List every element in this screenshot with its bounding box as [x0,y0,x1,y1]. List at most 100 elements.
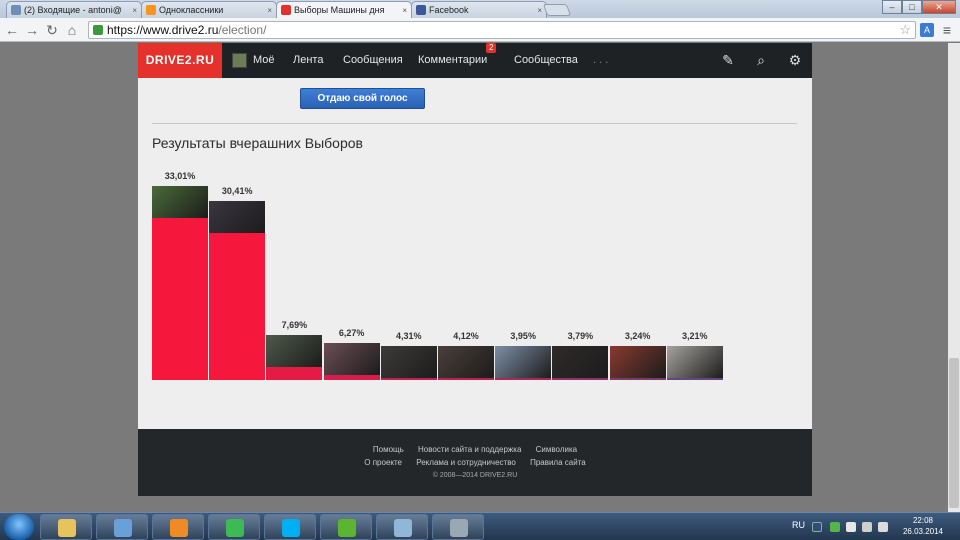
taskbar-chrome-button[interactable] [208,514,260,540]
car-photo-thumbnail[interactable] [266,334,323,367]
divider [152,123,797,124]
taskbar-calculator-button[interactable] [432,514,484,540]
bar-value-label: 3,21% [682,331,708,341]
bar-value-label: 4,31% [396,331,422,341]
chart-bar[interactable] [609,346,666,380]
address-bar[interactable]: https://www.drive2.ru /election/ ☆ [88,21,916,39]
user-avatar[interactable] [232,53,247,68]
car-photo-thumbnail[interactable] [438,346,494,378]
car-photo-thumbnail[interactable] [609,346,666,378]
car-photo-thumbnail[interactable] [552,346,609,378]
nav-messages[interactable]: Сообщения [343,43,403,78]
chart-bar[interactable] [552,346,609,380]
footer-link-help[interactable]: Помощь [373,445,404,454]
car-photo-thumbnail[interactable] [152,185,208,218]
comments-badge: 2 [486,43,497,53]
system-clock[interactable]: 22:08 26.03.2014 [900,515,946,537]
volume-icon[interactable] [878,522,888,532]
car-photo-thumbnail[interactable] [666,346,723,378]
bar-value-label: 3,79% [567,331,594,341]
settings-gear-icon[interactable]: ⚙ [787,52,803,68]
star-icon[interactable]: ☆ [899,22,911,38]
tray-arrow-icon[interactable] [812,522,822,532]
maximize-icon[interactable]: □ [902,0,922,14]
tray-app-icon[interactable] [830,522,840,532]
car-photo-thumbnail[interactable] [495,346,552,378]
browser-toolbar: ← → ↻ ⌂ https://www.drive2.ru /election/… [0,18,960,42]
nav-lenta[interactable]: Лента [293,43,323,78]
car-photo-thumbnail[interactable] [209,201,266,234]
footer-link-about[interactable]: О проекте [364,458,402,467]
nav-communities[interactable]: Сообщества [514,43,578,78]
tab-close-icon[interactable]: × [267,6,272,15]
chart-bar[interactable] [323,343,380,380]
chart-bar[interactable] [266,334,323,380]
footer-link-rules[interactable]: Правила сайта [530,458,586,467]
car-photo-thumbnail[interactable] [380,346,437,378]
bar-value-label: 33,01% [164,170,196,181]
home-icon[interactable]: ⌂ [64,22,80,38]
scrollbar-thumb[interactable] [949,358,959,508]
start-button[interactable] [4,514,34,540]
skype-icon [282,519,300,537]
site-logo[interactable]: DRIVE2.RU [138,43,222,78]
site-header: DRIVE2.RU Моё Лента Сообщения Комментари… [138,43,812,78]
footer-link-advertising[interactable]: Реклама и сотрудничество [416,458,516,467]
taskbar-explorer-button[interactable] [40,514,92,540]
nav-more[interactable]: . . . [593,43,608,78]
explorer-icon [58,519,76,537]
chart-bar[interactable] [666,346,723,380]
taskbar-computer-button[interactable] [96,514,148,540]
close-window-icon[interactable]: ✕ [922,0,956,14]
media-player-icon [170,519,188,537]
chart-bar[interactable] [438,346,494,380]
drive2-favicon-icon [281,5,291,15]
taskbar-utorrent-button[interactable] [320,514,372,540]
tab-close-icon[interactable]: × [132,6,137,15]
lock-icon [93,25,103,35]
bar-value-label: 7,69% [281,319,308,330]
tab-odnoklassniki[interactable]: Одноклассники × [141,1,277,18]
tab-title: Выборы Машины дня [294,5,385,15]
menu-icon[interactable]: ≡ [940,22,954,38]
results-bar-chart: 33,01% 30,41% 7,69% 6,27% 4,31% 4,12% 3,95% 3,7… [152,148,724,380]
clock-date: 26.03.2014 [902,527,944,536]
nav-comments[interactable]: Комментарии [418,43,487,78]
edit-pencil-icon[interactable]: ✎ [720,52,736,68]
tab-drive2-election[interactable]: Выборы Машины дня × [276,1,412,18]
search-icon[interactable]: ⌕ [753,52,769,68]
forward-arrow-icon[interactable]: → [24,22,40,38]
tab-mail[interactable]: (2) Входящие - antoni@ × [6,1,142,18]
chart-bar[interactable] [152,185,208,380]
copyright: © 2008—2014 DRIVE2.RU [432,472,518,479]
taskbar-media-player-button[interactable] [152,514,204,540]
translate-icon[interactable]: A [920,23,934,37]
bar-value-label: 3,24% [624,331,651,341]
tab-facebook[interactable]: Facebook × [411,1,547,18]
chart-bar[interactable] [380,346,437,380]
page-scrollbar[interactable] [948,43,960,512]
footer-link-symbols[interactable]: Символика [536,445,577,454]
network-icon[interactable] [862,522,872,532]
nav-moe[interactable]: Моё [253,43,275,78]
bar-value-label: 30,41% [221,186,253,197]
footer-link-news[interactable]: Новости сайта и поддержка [418,445,521,454]
tray-flag-icon[interactable] [846,522,856,532]
language-indicator[interactable]: RU [792,520,805,540]
taskbar-notes-button[interactable] [376,514,428,540]
chart-bar[interactable] [209,201,266,380]
back-arrow-icon[interactable]: ← [4,22,20,38]
car-photo-thumbnail[interactable] [323,343,380,376]
tab-close-icon[interactable]: × [402,6,407,15]
reload-icon[interactable]: ↻ [44,22,60,38]
tab-title: (2) Входящие - antoni@ [24,5,122,15]
footer-links-row-2: О проекте Реклама и сотрудничество Прави… [138,458,812,467]
chart-bar[interactable] [495,346,552,380]
tab-close-icon[interactable]: × [537,6,542,15]
site-footer: Помощь Новости сайта и поддержка Символи… [138,429,812,496]
vote-button[interactable]: Отдаю свой голос [300,88,425,109]
new-tab-button[interactable] [542,4,572,16]
taskbar-skype-button[interactable] [264,514,316,540]
mail-favicon-icon [11,5,21,15]
minimize-icon[interactable]: – [882,0,902,14]
